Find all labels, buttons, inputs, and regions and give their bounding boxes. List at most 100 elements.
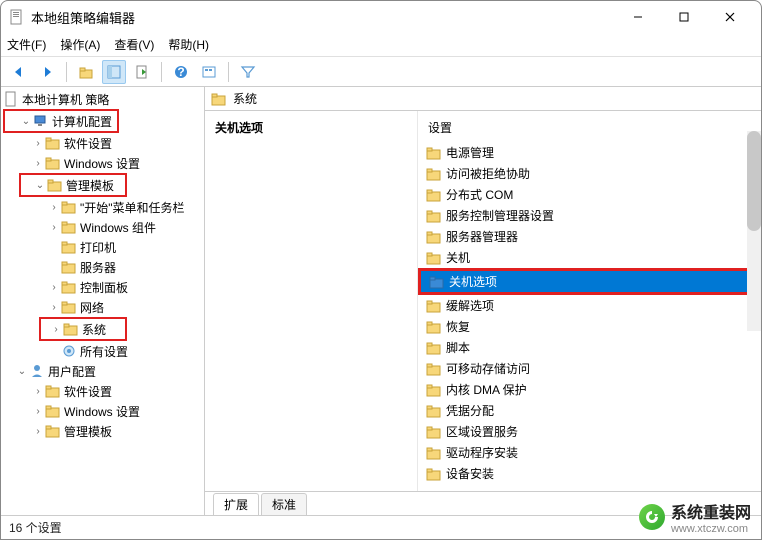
collapse-icon[interactable]: ⌄: [19, 116, 33, 127]
list-item[interactable]: 凭据分配: [418, 400, 761, 421]
list-item[interactable]: 内核 DMA 保护: [418, 379, 761, 400]
tab-extended[interactable]: 扩展: [213, 493, 259, 515]
tree-item[interactable]: ›Windows 设置: [1, 401, 204, 421]
collapse-icon[interactable]: ⌄: [33, 180, 47, 191]
tree-item[interactable]: ›管理模板: [1, 421, 204, 441]
properties-button[interactable]: [102, 60, 126, 84]
list-item[interactable]: 分布式 COM: [418, 184, 761, 205]
watermark: 系统重装网 www.xtczw.com: [639, 499, 751, 535]
menu-help[interactable]: 帮助(H): [168, 36, 209, 53]
list-item[interactable]: 区域设置服务: [418, 421, 761, 442]
scrollbar[interactable]: [747, 131, 761, 331]
expand-icon[interactable]: ›: [47, 222, 61, 233]
tab-standard[interactable]: 标准: [261, 493, 307, 515]
folder-icon: [426, 208, 442, 224]
expand-icon[interactable]: ›: [47, 282, 61, 293]
help-button[interactable]: ?: [169, 60, 193, 84]
folder-icon: [426, 187, 442, 203]
list-item-label: 电源管理: [446, 144, 494, 161]
tree-user-config[interactable]: ⌄用户配置: [1, 361, 204, 381]
list-item-label: 服务控制管理器设置: [446, 207, 554, 224]
menu-view[interactable]: 查看(V): [114, 36, 154, 53]
scrollbar-thumb[interactable]: [747, 131, 761, 231]
list-item-label: 驱动程序安装: [446, 444, 518, 461]
tree-root[interactable]: 本地计算机 策略: [1, 89, 204, 109]
folder-icon: [61, 199, 77, 215]
back-button[interactable]: [7, 60, 31, 84]
list-item-selected[interactable]: 关机选项: [421, 271, 750, 292]
tree-item[interactable]: ›"开始"菜单和任务栏: [1, 197, 204, 217]
window-title: 本地组策略编辑器: [31, 8, 615, 27]
list-item[interactable]: 服务控制管理器设置: [418, 205, 761, 226]
expand-icon[interactable]: ›: [47, 202, 61, 213]
up-button[interactable]: [74, 60, 98, 84]
options-button[interactable]: [197, 60, 221, 84]
list-head: 设置: [418, 111, 761, 142]
filter-button[interactable]: [236, 60, 260, 84]
document-icon: [3, 91, 19, 107]
folder-icon: [61, 219, 77, 235]
tree-item[interactable]: › Windows 设置: [1, 153, 204, 173]
list-item[interactable]: 访问被拒绝协助: [418, 163, 761, 184]
watermark-logo-icon: [639, 504, 665, 530]
tree-computer-config[interactable]: ⌄ 计算机配置: [5, 111, 117, 131]
tree-item[interactable]: ›Windows 组件: [1, 217, 204, 237]
expand-icon[interactable]: ›: [31, 386, 45, 397]
list-item[interactable]: 驱动程序安装: [418, 442, 761, 463]
tree-item[interactable]: › 软件设置: [1, 133, 204, 153]
maximize-button[interactable]: [661, 2, 707, 32]
folder-icon: [45, 423, 61, 439]
window-controls: [615, 2, 753, 32]
watermark-url: www.xtczw.com: [671, 523, 751, 535]
expand-icon[interactable]: ›: [31, 158, 45, 169]
list-item[interactable]: 可移动存储访问: [418, 358, 761, 379]
tree-item[interactable]: 所有设置: [1, 341, 204, 361]
menu-action[interactable]: 操作(A): [60, 36, 100, 53]
list-item-label: 脚本: [446, 339, 470, 356]
folder-icon: [426, 145, 442, 161]
status-text: 16 个设置: [9, 519, 62, 536]
list-item-label: 分布式 COM: [446, 186, 513, 203]
tree-admin-templates[interactable]: ⌄ 管理模板: [21, 175, 125, 195]
watermark-text-wrap: 系统重装网 www.xtczw.com: [671, 499, 751, 535]
collapse-icon[interactable]: ⌄: [15, 366, 29, 377]
highlight-system: ›系统: [39, 317, 127, 341]
expand-icon[interactable]: ›: [31, 406, 45, 417]
folder-icon: [426, 166, 442, 182]
menubar: 文件(F) 操作(A) 查看(V) 帮助(H): [1, 33, 761, 57]
app-icon: [9, 9, 25, 25]
app-window: 本地组策略编辑器 文件(F) 操作(A) 查看(V) 帮助(H) ? 本地计算机…: [0, 0, 762, 540]
folder-icon: [45, 383, 61, 399]
expand-icon[interactable]: ›: [31, 426, 45, 437]
expand-icon[interactable]: ›: [31, 138, 45, 149]
tree-item[interactable]: 服务器: [1, 257, 204, 277]
tree-item[interactable]: 打印机: [1, 237, 204, 257]
tree-panel[interactable]: 本地计算机 策略 ⌄ 计算机配置 › 软件设置 › Windows 设置: [1, 87, 205, 515]
folder-icon: [426, 250, 442, 266]
list-item[interactable]: 恢复: [418, 316, 761, 337]
highlight-admin-templates: ⌄ 管理模板: [19, 173, 127, 197]
list-item[interactable]: 缓解选项: [418, 295, 761, 316]
close-button[interactable]: [707, 2, 753, 32]
menu-file[interactable]: 文件(F): [7, 36, 46, 53]
minimize-button[interactable]: [615, 2, 661, 32]
export-button[interactable]: [130, 60, 154, 84]
list-item[interactable]: 脚本: [418, 337, 761, 358]
list-item[interactable]: 服务器管理器: [418, 226, 761, 247]
expand-icon[interactable]: ›: [47, 302, 61, 313]
tree-system[interactable]: ›系统: [41, 319, 125, 339]
folder-icon: [426, 466, 442, 482]
toolbar-separator: [228, 62, 229, 82]
settings-list[interactable]: 电源管理访问被拒绝协助分布式 COM 服务控制管理器设置服务器管理器关机关机选项缓…: [418, 142, 761, 491]
list-item[interactable]: 电源管理: [418, 142, 761, 163]
tree-item[interactable]: ›网络: [1, 297, 204, 317]
tree-item[interactable]: ›软件设置: [1, 381, 204, 401]
svg-text:?: ?: [177, 65, 184, 79]
list-item[interactable]: 关机: [418, 247, 761, 268]
tree-item[interactable]: ›控制面板: [1, 277, 204, 297]
watermark-text: 系统重装网: [671, 499, 751, 523]
list-item[interactable]: 设备安装: [418, 463, 761, 484]
list-item-label: 设备安装: [446, 465, 494, 482]
forward-button[interactable]: [35, 60, 59, 84]
expand-icon[interactable]: ›: [49, 324, 63, 335]
